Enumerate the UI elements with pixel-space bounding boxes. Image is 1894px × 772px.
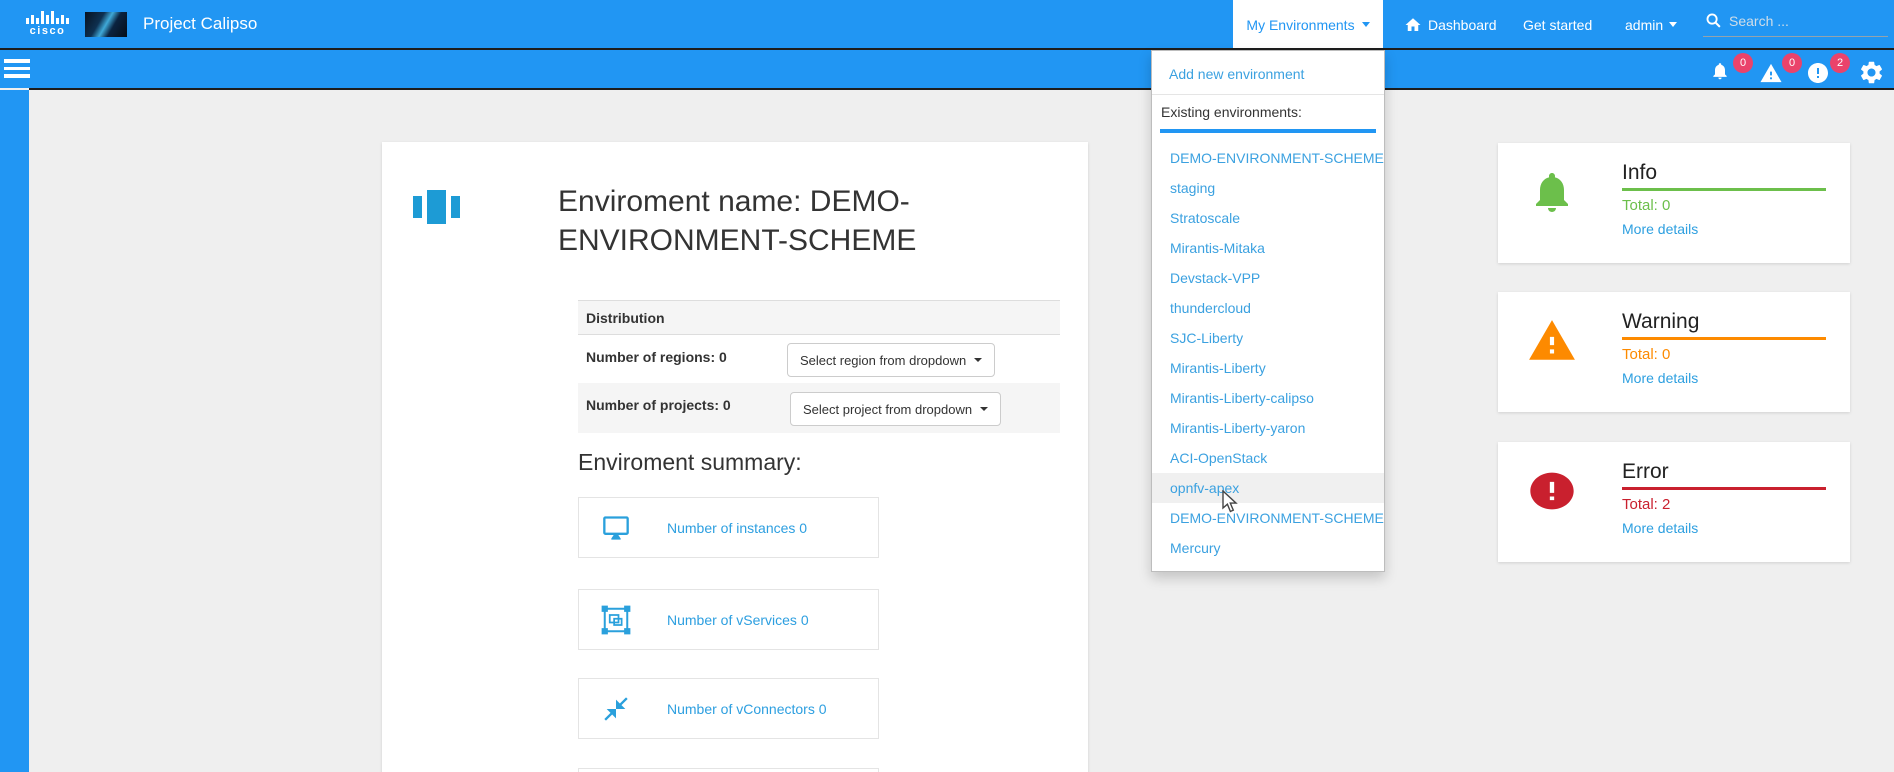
- environments-dropdown-menu: Add new environment Existing environment…: [1151, 50, 1385, 572]
- projects-count-label: Number of projects: 0: [586, 397, 731, 413]
- status-card-error: Error Total: 2 More details: [1498, 442, 1850, 562]
- search-icon: [1705, 12, 1722, 29]
- my-environments-menu-trigger[interactable]: My Environments: [1233, 0, 1383, 49]
- chevron-down-icon: [974, 358, 982, 362]
- existing-environments-label: Existing environments:: [1160, 100, 1376, 133]
- warning-more-details-link[interactable]: More details: [1622, 370, 1698, 386]
- search-input[interactable]: [1729, 9, 1884, 33]
- errors-circle-icon[interactable]: [1806, 61, 1830, 85]
- status-card-warning: Warning Total: 0 More details: [1498, 292, 1850, 412]
- warnings-badge: 0: [1782, 53, 1802, 73]
- select-project-dropdown-button[interactable]: Select project from dropdown: [790, 392, 1001, 426]
- warning-triangle-icon: [1523, 316, 1581, 366]
- environment-item[interactable]: Mirantis-Liberty-calipso: [1152, 383, 1384, 413]
- my-environments-label: My Environments: [1246, 17, 1354, 33]
- nav-get-started[interactable]: Get started: [1523, 0, 1592, 49]
- cisco-logo-bars-icon: [26, 10, 69, 24]
- errors-badge: 2: [1830, 53, 1850, 73]
- info-total: Total: 0: [1622, 197, 1670, 214]
- error-circle-icon: [1526, 469, 1578, 513]
- table-row: Number of regions: 0 Select region from …: [578, 335, 1060, 383]
- info-more-details-link[interactable]: More details: [1622, 221, 1698, 237]
- chevron-down-icon: [1362, 22, 1370, 27]
- info-underline: [1622, 188, 1826, 191]
- mouse-cursor: [1222, 490, 1242, 514]
- cisco-logo[interactable]: cisco: [26, 10, 69, 37]
- environment-item[interactable]: DEMO-ENVIRONMENT-SCHEME: [1152, 143, 1384, 173]
- environment-item[interactable]: staging: [1152, 173, 1384, 203]
- vconnectors-summary-card[interactable]: Number of vConnectors 0: [578, 678, 879, 739]
- warning-underline: [1622, 337, 1826, 340]
- error-title: Error: [1622, 460, 1669, 484]
- nav-dashboard[interactable]: Dashboard: [1404, 0, 1497, 49]
- distribution-table: Distribution Number of regions: 0 Select…: [578, 300, 1060, 433]
- environment-item[interactable]: ACI-OpenStack: [1152, 443, 1384, 473]
- warning-total: Total: 0: [1622, 346, 1670, 363]
- vconnectors-arrows-icon: [602, 695, 630, 723]
- regions-count-label: Number of regions: 0: [586, 349, 727, 365]
- nav-get-started-label: Get started: [1523, 17, 1592, 33]
- instances-summary-card[interactable]: Number of instances 0: [578, 497, 879, 558]
- toolbar: 0 0 2: [0, 50, 1894, 88]
- environment-item[interactable]: thundercloud: [1152, 293, 1384, 323]
- nav-user-label: admin: [1625, 17, 1663, 33]
- warnings-triangle-icon[interactable]: [1758, 62, 1784, 85]
- select-region-label: Select region from dropdown: [800, 353, 966, 368]
- environment-item[interactable]: Devstack-VPP: [1152, 263, 1384, 293]
- environment-card: Enviroment name: DEMO-ENVIRONMENT-SCHEME…: [382, 142, 1088, 772]
- top-navbar: cisco Project Calipso My Environments Da…: [0, 0, 1894, 49]
- collapsed-sidebar[interactable]: [0, 90, 29, 772]
- environment-name-title: Enviroment name: DEMO-ENVIRONMENT-SCHEME: [558, 182, 1028, 260]
- dropdown-divider: [1152, 94, 1384, 95]
- environment-item[interactable]: Mirantis-Liberty: [1152, 353, 1384, 383]
- nav-dashboard-label: Dashboard: [1428, 17, 1497, 33]
- select-region-dropdown-button[interactable]: Select region from dropdown: [787, 343, 995, 377]
- distribution-header: Distribution: [578, 300, 1060, 335]
- vservices-frame-icon: [601, 605, 631, 635]
- app-title: Project Calipso: [143, 14, 257, 34]
- instances-count-link: Number of instances 0: [667, 520, 807, 536]
- info-title: Info: [1622, 161, 1657, 185]
- nav-user-menu[interactable]: admin: [1625, 0, 1677, 49]
- environment-panels-icon: [413, 190, 460, 224]
- chevron-down-icon: [980, 407, 988, 411]
- environment-item-hovered[interactable]: opnfv-apex: [1152, 473, 1384, 503]
- project-thumbnail-image: [85, 12, 127, 37]
- environment-item[interactable]: Mercury: [1152, 533, 1384, 563]
- environment-summary-heading: Enviroment summary:: [578, 449, 802, 476]
- bell-icon: [1528, 166, 1576, 218]
- notifications-bell-icon[interactable]: [1710, 60, 1730, 82]
- add-new-environment-link[interactable]: Add new environment: [1152, 59, 1384, 89]
- error-total: Total: 2: [1622, 496, 1670, 513]
- error-underline: [1622, 487, 1826, 490]
- environment-item[interactable]: Mirantis-Liberty-yaron: [1152, 413, 1384, 443]
- status-card-info: Info Total: 0 More details: [1498, 143, 1850, 263]
- table-row: Number of projects: 0 Select project fro…: [578, 383, 1060, 433]
- cisco-logo-label: cisco: [30, 26, 66, 37]
- monitor-icon: [600, 514, 632, 542]
- clipped-summary-card[interactable]: [578, 768, 879, 772]
- environment-item[interactable]: DEMO-ENVIRONMENT-SCHEME: [1152, 503, 1384, 533]
- warning-title: Warning: [1622, 310, 1699, 334]
- toolbar-divider: [29, 88, 1894, 90]
- environment-item[interactable]: Stratoscale: [1152, 203, 1384, 233]
- notifications-badge: 0: [1733, 53, 1753, 73]
- home-icon: [1404, 16, 1422, 34]
- environment-item[interactable]: SJC-Liberty: [1152, 323, 1384, 353]
- navbar-divider: [0, 48, 1894, 50]
- select-project-label: Select project from dropdown: [803, 402, 972, 417]
- search-box: [1703, 7, 1888, 37]
- error-more-details-link[interactable]: More details: [1622, 520, 1698, 536]
- environment-item[interactable]: Mirantis-Mitaka: [1152, 233, 1384, 263]
- chevron-down-icon: [1669, 22, 1677, 27]
- vservices-summary-card[interactable]: Number of vServices 0: [578, 589, 879, 650]
- vconnectors-count-link: Number of vConnectors 0: [667, 701, 827, 717]
- vservices-count-link: Number of vServices 0: [667, 612, 809, 628]
- settings-gear-icon[interactable]: [1858, 59, 1885, 86]
- hamburger-menu-icon[interactable]: [4, 59, 30, 79]
